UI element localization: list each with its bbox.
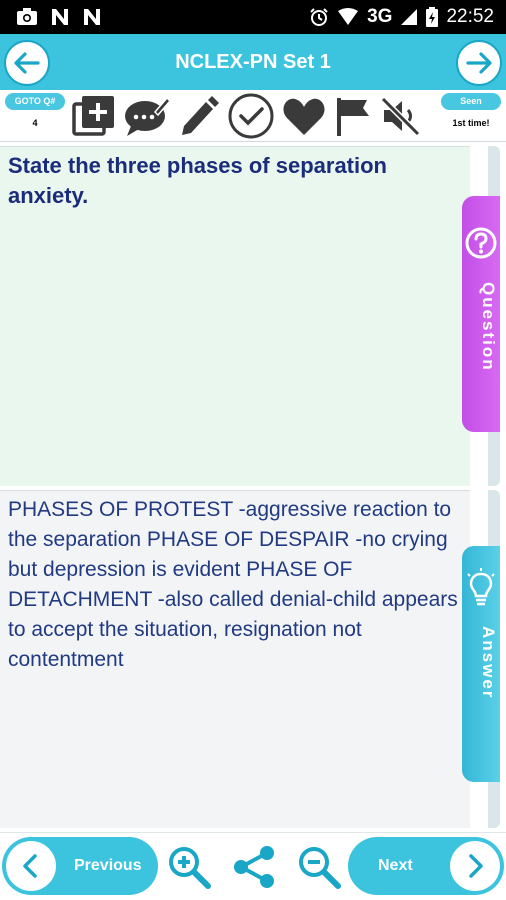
status-bar: 3G 22:52 — [0, 0, 506, 34]
n-notification-icon — [84, 9, 100, 25]
forward-button[interactable] — [456, 40, 502, 86]
n-notification-icon — [52, 9, 68, 25]
zoom-out-icon[interactable] — [296, 844, 342, 890]
arrow-left-icon — [14, 52, 40, 74]
check-circle-icon[interactable] — [227, 92, 275, 140]
question-mark-icon — [465, 227, 497, 259]
comment-edit-icon[interactable] — [123, 94, 171, 138]
toolbar: GOTO Q# 4 Seen 1st time! — [0, 90, 506, 142]
app-header: NCLEX-PN Set 1 — [0, 34, 506, 90]
bottom-icons — [166, 843, 342, 891]
wifi-icon — [338, 8, 359, 25]
add-note-icon[interactable] — [72, 94, 116, 138]
goto-value: 4 — [32, 118, 38, 128]
seen-value: 1st time! — [452, 118, 490, 128]
question-tab[interactable]: Question — [462, 196, 500, 432]
question-tab-label: Question — [479, 282, 498, 372]
signal-icon — [401, 9, 418, 25]
question-panel: State the three phases of separation anx… — [0, 146, 470, 486]
battery-icon — [426, 7, 439, 27]
clock: 22:52 — [446, 6, 494, 27]
goto-label: GOTO Q# — [5, 93, 65, 110]
heart-icon[interactable] — [282, 95, 326, 137]
camera-icon — [17, 8, 37, 25]
arrow-right-icon — [466, 52, 492, 74]
network-type: 3G — [367, 6, 393, 27]
alarm-icon — [310, 8, 328, 26]
next-label: Next — [378, 857, 413, 874]
toolbar-icons — [72, 90, 422, 142]
status-bar-right: 3G 22:52 — [309, 6, 506, 28]
seen-status: Seen 1st time! — [439, 93, 503, 137]
chevron-right-icon — [469, 854, 483, 878]
flag-icon[interactable] — [333, 94, 373, 138]
previous-button[interactable]: Previous — [2, 837, 158, 895]
share-icon[interactable] — [231, 844, 277, 890]
page-title: NCLEX-PN Set 1 — [175, 50, 331, 73]
answer-text: PHASES OF PROTEST -aggressive reaction t… — [8, 498, 458, 671]
answer-tab-label: Answer — [479, 626, 498, 700]
zoom-in-icon[interactable] — [166, 844, 212, 890]
seen-label: Seen — [441, 93, 501, 110]
lightbulb-icon — [467, 568, 495, 606]
pencil-icon[interactable] — [178, 94, 220, 138]
next-circle — [450, 841, 500, 891]
bottom-bar: Previous Next — [0, 832, 506, 900]
question-text: State the three phases of separation anx… — [8, 153, 387, 208]
chevron-left-icon — [23, 854, 37, 878]
status-bar-left — [0, 8, 102, 26]
back-button[interactable] — [4, 40, 50, 86]
previous-circle — [6, 841, 56, 891]
app-screen: 3G 22:52 NCLEX-PN Set 1 GOTO Q# 4 Seen 1… — [0, 0, 506, 900]
next-button[interactable]: Next — [348, 837, 504, 895]
goto-question-button[interactable]: GOTO Q# 4 — [3, 93, 67, 137]
previous-label: Previous — [74, 857, 142, 874]
answer-tab[interactable]: Answer — [462, 546, 500, 782]
answer-panel: PHASES OF PROTEST -aggressive reaction t… — [0, 490, 470, 828]
mute-icon[interactable] — [380, 94, 422, 138]
